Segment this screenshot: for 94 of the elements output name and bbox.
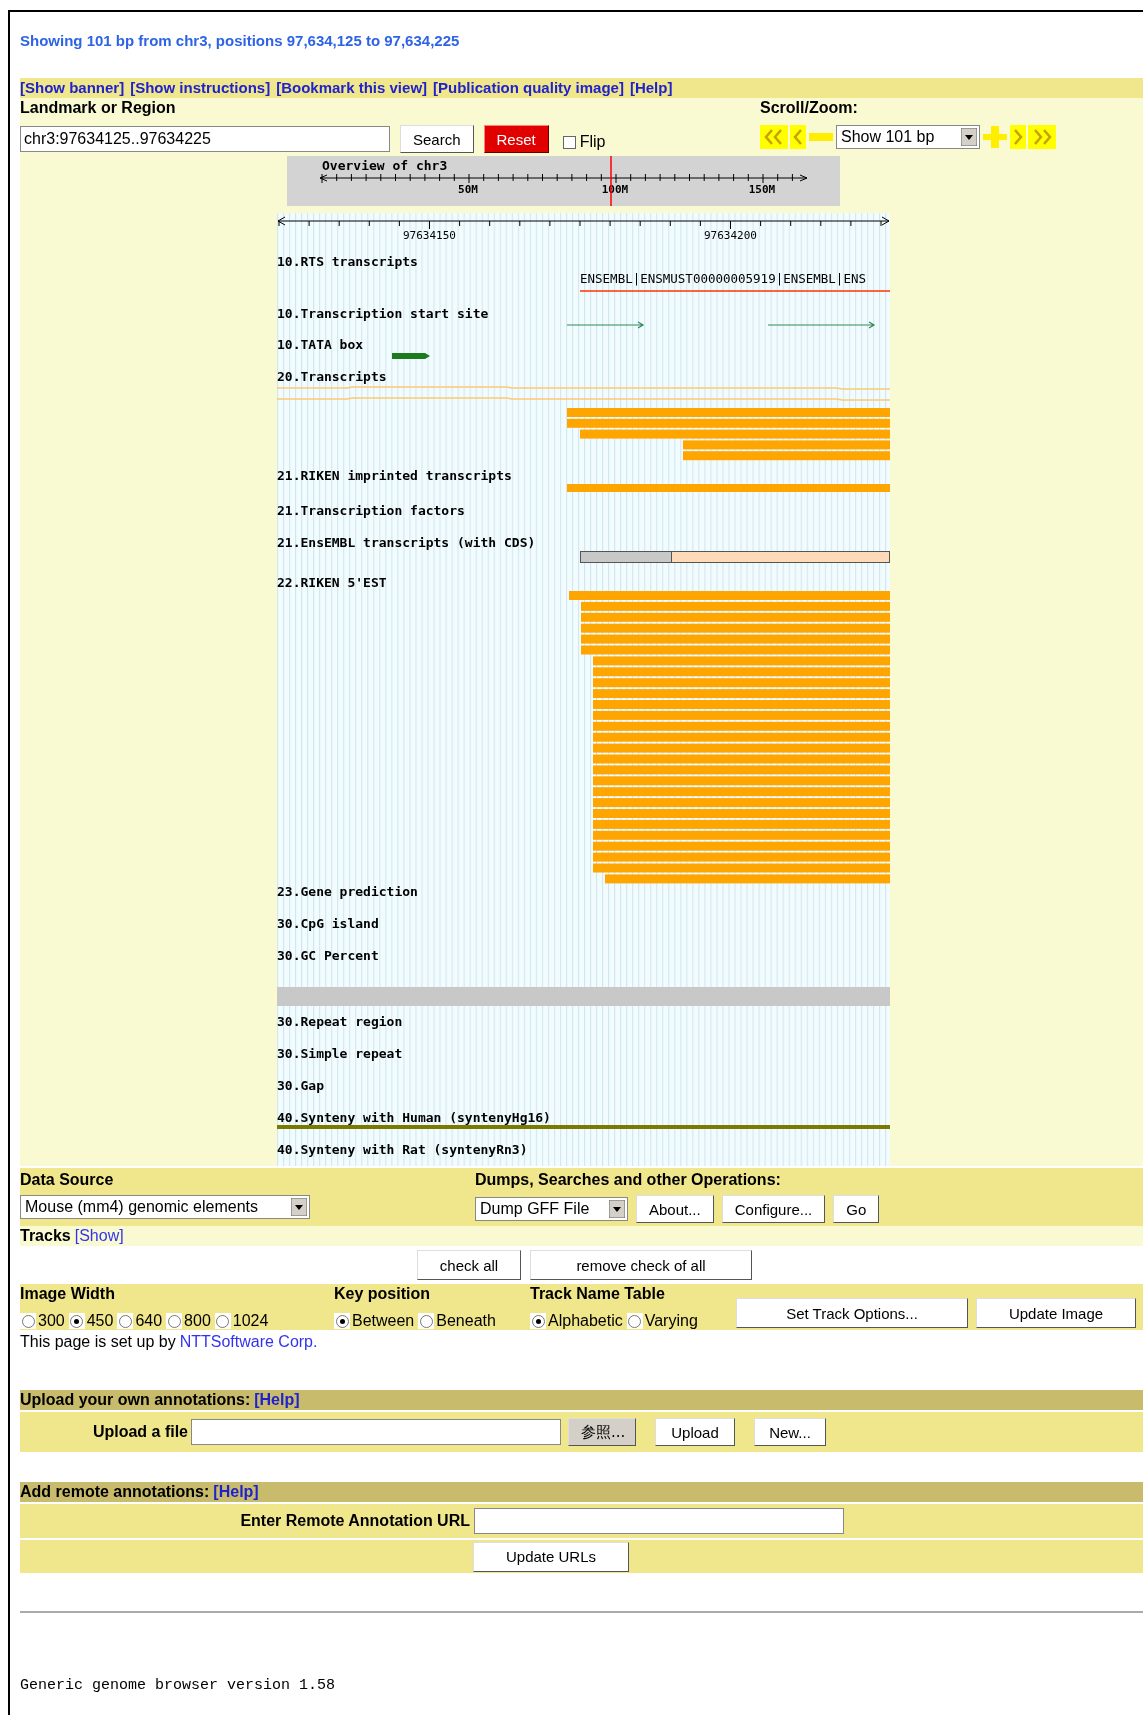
dump-select[interactable]: Dump GFF File [475,1197,628,1221]
options-button[interactable]: Update Image [976,1298,1136,1328]
ruler-tick-label: 97634150 [403,229,456,242]
flip-checkbox[interactable] [562,135,576,149]
field-label: Dumps, Searches and other Operations: [475,1170,781,1190]
radio-button[interactable] [216,1314,230,1328]
radio-label: Between [352,1311,415,1331]
help-link[interactable]: [Help] [213,1480,259,1504]
dropdown-arrow-icon [291,1198,307,1216]
track-label: 10.Transcription start site [277,306,489,321]
track-toggle-button[interactable]: remove check of all [530,1250,752,1280]
field-label: Image Width [20,1284,115,1304]
nav-link[interactable]: [Help] [629,76,673,100]
radio-button[interactable] [628,1314,642,1328]
radio-button[interactable] [419,1314,433,1328]
region-input[interactable]: chr3:97634125..97634225 [20,126,390,152]
ruler-tick-label: 97634200 [704,229,757,242]
upload-button[interactable]: New... [754,1418,826,1446]
options-button[interactable]: Set Track Options... [736,1298,968,1328]
track-label: 20.Transcripts [277,369,387,384]
scroll-right-button[interactable] [1010,125,1026,149]
radio-button[interactable] [21,1314,35,1328]
zoom-select[interactable]: Show 101 bp [836,125,980,149]
track-label: 30.GC Percent [277,948,379,963]
track-label: 30.Repeat region [277,1014,403,1029]
overview-tick-label: 50M [458,183,478,196]
section-heading: Upload your own annotations: [20,1390,251,1410]
field-label: Scroll/Zoom: [760,98,858,118]
track-label: 22.RIKEN 5'EST [277,575,387,590]
operation-button[interactable]: Go [833,1195,880,1223]
radio-label: Alphabetic [548,1311,623,1331]
scroll-left-button[interactable] [790,125,806,149]
feature-label: ENSEMBL|ENSMUST00000005919|ENSEMBL|ENS [580,271,866,286]
track-label: 30.Simple repeat [277,1046,403,1061]
track-label: 10.TATA box [277,337,364,352]
radio-button[interactable] [167,1314,181,1328]
nav-link[interactable]: [Publication quality image] [433,76,624,100]
radio-button[interactable] [70,1314,84,1328]
track-label: 21.EnsEMBL transcripts (with CDS) [277,535,536,550]
upload-button[interactable]: Upload [655,1418,735,1446]
radio-button[interactable] [531,1314,545,1328]
tata-box-arrow [392,353,430,359]
radio-label: 450 [86,1311,114,1331]
dropdown-arrow-icon [961,128,977,146]
position-marker [610,156,612,206]
track-label: 10.RTS transcripts [277,254,418,269]
field-label: Landmark or Region [20,98,176,118]
radio-button[interactable] [118,1314,132,1328]
overview-title: Overview of chr3 [322,158,448,173]
radio-label: 1024 [232,1311,269,1331]
track-label: 40.Synteny with Human (syntenyHg16) [277,1110,551,1125]
operation-button[interactable]: About... [636,1195,714,1223]
scroll-far-right-button[interactable] [1028,125,1056,149]
nav-link[interactable]: [Bookmark this view] [276,76,428,100]
nav-link[interactable]: [Show instructions] [130,76,271,100]
browse-button[interactable]: 参照... [568,1418,636,1446]
field-label: Track Name Table [530,1284,665,1304]
track-label: 30.Gap [277,1078,324,1093]
radio-label: Beneath [436,1311,496,1331]
credit-text: This page is set up by [20,1332,176,1352]
track-label: 23.Gene prediction [277,884,418,899]
search-button[interactable]: Search [400,125,474,153]
radio-label: 800 [184,1311,211,1331]
version-text: Generic genome browser version 1.58 [20,1677,336,1694]
nav-link[interactable]: [Show banner] [20,76,125,100]
field-label: Upload a file [92,1422,188,1442]
checkbox-label: Flip [579,132,606,152]
operation-button[interactable]: Configure... [721,1195,826,1223]
field-label: Enter Remote Annotation URL [240,1511,470,1531]
dropdown-arrow-icon [609,1200,625,1218]
section-label: Tracks [20,1226,71,1246]
reset-button[interactable]: Reset [483,125,549,153]
radio-label: Varying [644,1311,698,1331]
section-heading: Add remote annotations: [20,1482,210,1502]
radio-label: 300 [38,1311,65,1331]
track-label: 30.CpG island [277,916,379,931]
update-urls-button[interactable]: Update URLs [473,1541,629,1572]
field-label: Key position [334,1284,430,1304]
track-label: 40.Synteny with Rat (syntenyRn3) [277,1142,528,1157]
help-link[interactable]: [Help] [254,1388,300,1412]
overview-tick-label: 150M [748,183,776,196]
data-source-select[interactable]: Mouse (mm4) genomic elements [20,1195,310,1219]
scroll-far-left-button[interactable] [760,125,788,149]
page-title: Showing 101 bp from chr3, positions 97,634,125 to 97,634,225 [20,32,460,49]
radio-button[interactable] [335,1314,349,1328]
track-label: 21.Transcription factors [277,503,465,518]
field-label: Data Source [20,1170,114,1190]
credit-link[interactable]: NTTSoftware Corp. [179,1330,318,1354]
url-input[interactable] [474,1508,844,1534]
file-input[interactable] [191,1419,561,1445]
show-link[interactable]: [Show] [74,1224,124,1248]
track-toggle-button[interactable]: check all [417,1250,521,1280]
radio-label: 640 [135,1311,163,1331]
track-label: 21.RIKEN imprinted transcripts [277,468,512,483]
